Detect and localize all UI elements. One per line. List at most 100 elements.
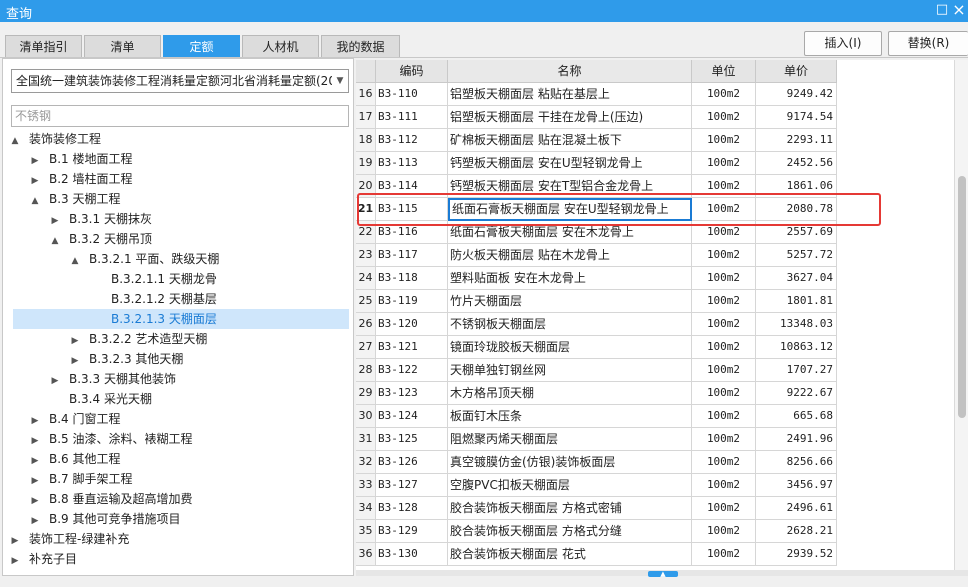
cell-name[interactable]: 木方格吊顶天棚 [448, 382, 692, 405]
row-index[interactable]: 27 [356, 336, 376, 359]
cell-code[interactable]: B3-121 [376, 336, 448, 359]
cell-price[interactable]: 9249.42 [756, 83, 837, 106]
cell-name[interactable]: 铝塑板天棚面层 粘贴在基层上 [448, 83, 692, 106]
search-input[interactable] [11, 105, 349, 127]
cell-unit[interactable]: 100m2 [692, 336, 756, 359]
cell-unit[interactable]: 100m2 [692, 428, 756, 451]
tree-item[interactable]: B.3.2.1.3 天棚面层 [13, 309, 349, 329]
cell-unit[interactable]: 100m2 [692, 152, 756, 175]
cell-price[interactable]: 2452.56 [756, 152, 837, 175]
cell-price[interactable]: 1801.81 [756, 290, 837, 313]
cell-unit[interactable]: 100m2 [692, 359, 756, 382]
row-index[interactable]: 34 [356, 497, 376, 520]
table-row[interactable]: 28 B3-122 天棚单独钉钢丝网 100m2 1707.27 [356, 359, 837, 382]
table-row[interactable]: 27 B3-121 镜面玲珑胶板天棚面层 100m2 10863.12 [356, 336, 837, 359]
row-index[interactable]: 32 [356, 451, 376, 474]
tree-item[interactable]: B.3.2.1.1 天棚龙骨 [3, 269, 217, 289]
cell-price[interactable]: 10863.12 [756, 336, 837, 359]
table-row[interactable]: 25 B3-119 竹片天棚面层 100m2 1801.81 [356, 290, 837, 313]
cell-code[interactable]: B3-112 [376, 129, 448, 152]
cell-code[interactable]: B3-122 [376, 359, 448, 382]
tree-item[interactable]: ▲ B.3.2 天棚吊顶 [3, 229, 152, 249]
cell-code[interactable]: B3-111 [376, 106, 448, 129]
table-row[interactable]: 24 B3-118 塑料贴面板 安在木龙骨上 100m2 3627.04 [356, 267, 837, 290]
cell-price[interactable]: 9174.54 [756, 106, 837, 129]
quota-set-select[interactable]: 全国统一建筑装饰装修工程消耗量定额河北省消耗量定额(20 ▼ [11, 69, 349, 93]
collapsed-icon[interactable]: ▶ [29, 431, 41, 451]
tree-item[interactable]: ▶ 补充子目 [3, 549, 77, 569]
cell-code[interactable]: B3-119 [376, 290, 448, 313]
expanded-icon[interactable]: ▲ [9, 131, 21, 151]
cell-name[interactable]: 塑料贴面板 安在木龙骨上 [448, 267, 692, 290]
collapsed-icon[interactable]: ▶ [29, 451, 41, 471]
row-index[interactable]: 25 [356, 290, 376, 313]
cell-name[interactable]: 胶合装饰板天棚面层 方格式密铺 [448, 497, 692, 520]
row-index[interactable]: 18 [356, 129, 376, 152]
cell-name[interactable]: 真空镀膜仿金(仿银)装饰板面层 [448, 451, 692, 474]
tab-list-guide[interactable]: 清单指引 [5, 35, 82, 58]
tree-item[interactable]: B.3.2.1.2 天棚基层 [3, 289, 217, 309]
tree-item[interactable]: ▶ B.9 其他可竞争措施项目 [3, 509, 181, 529]
cell-unit[interactable]: 100m2 [692, 451, 756, 474]
row-index[interactable]: 33 [356, 474, 376, 497]
cell-code[interactable]: B3-130 [376, 543, 448, 566]
row-index[interactable]: 26 [356, 313, 376, 336]
table-row[interactable]: 34 B3-128 胶合装饰板天棚面层 方格式密铺 100m2 2496.61 [356, 497, 837, 520]
table-row[interactable]: 18 B3-112 矿棉板天棚面层 贴在混凝土板下 100m2 2293.11 [356, 129, 837, 152]
insert-button[interactable]: 插入(I) [804, 31, 882, 56]
cell-code[interactable]: B3-129 [376, 520, 448, 543]
tree-item[interactable]: ▶ 装饰工程-绿建补充 [3, 529, 130, 549]
cell-unit[interactable]: 100m2 [692, 129, 756, 152]
cell-price[interactable]: 13348.03 [756, 313, 837, 336]
cell-price[interactable]: 2293.11 [756, 129, 837, 152]
col-header-unit[interactable]: 单位 [692, 60, 756, 83]
collapsed-icon[interactable]: ▶ [69, 351, 81, 371]
cell-price[interactable]: 8256.66 [756, 451, 837, 474]
expanded-icon[interactable]: ▲ [29, 191, 41, 211]
cell-name[interactable]: 胶合装饰板天棚面层 花式 [448, 543, 692, 566]
cell-unit[interactable]: 100m2 [692, 405, 756, 428]
collapsed-icon[interactable]: ▶ [29, 151, 41, 171]
cell-price[interactable]: 5257.72 [756, 244, 837, 267]
cell-code[interactable]: B3-127 [376, 474, 448, 497]
cell-unit[interactable]: 100m2 [692, 382, 756, 405]
cell-name[interactable]: 天棚单独钉钢丝网 [448, 359, 692, 382]
cell-code[interactable]: B3-128 [376, 497, 448, 520]
tree-item[interactable]: ▶ B.1 楼地面工程 [3, 149, 133, 169]
collapsed-icon[interactable]: ▶ [9, 551, 21, 571]
close-icon[interactable]: × [950, 1, 968, 19]
cell-price[interactable]: 1707.27 [756, 359, 837, 382]
cell-name[interactable]: 板面钉木压条 [448, 405, 692, 428]
cell-unit[interactable]: 100m2 [692, 83, 756, 106]
cell-price[interactable]: 665.68 [756, 405, 837, 428]
table-row[interactable]: 30 B3-124 板面钉木压条 100m2 665.68 [356, 405, 837, 428]
cell-name[interactable]: 竹片天棚面层 [448, 290, 692, 313]
table-row[interactable]: 36 B3-130 胶合装饰板天棚面层 花式 100m2 2939.52 [356, 543, 837, 566]
tab-list[interactable]: 清单 [84, 35, 161, 58]
chevron-down-icon[interactable]: ▼ [332, 70, 348, 92]
cell-name[interactable]: 铝塑板天棚面层 干挂在龙骨上(压边) [448, 106, 692, 129]
cell-code[interactable]: B3-120 [376, 313, 448, 336]
collapsed-icon[interactable]: ▶ [69, 331, 81, 351]
collapsed-icon[interactable]: ▶ [29, 411, 41, 431]
tree-item[interactable]: ▶ B.6 其他工程 [3, 449, 121, 469]
cell-price[interactable]: 2496.61 [756, 497, 837, 520]
cell-code[interactable]: B3-124 [376, 405, 448, 428]
row-index[interactable]: 30 [356, 405, 376, 428]
tab-quota[interactable]: 定额 [163, 35, 240, 58]
vertical-scrollbar[interactable] [954, 60, 968, 570]
tree-item[interactable]: ▶ B.3.2.2 艺术造型天棚 [3, 329, 208, 351]
cell-unit[interactable]: 100m2 [692, 497, 756, 520]
tree-item[interactable]: ▶ B.3.3 天棚其他装饰 [3, 369, 176, 389]
table-row[interactable]: 19 B3-113 钙塑板天棚面层 安在U型轻钢龙骨上 100m2 2452.56 [356, 152, 837, 175]
scrollbar-thumb[interactable] [958, 176, 966, 418]
cell-unit[interactable]: 100m2 [692, 290, 756, 313]
tree-item[interactable]: ▶ B.5 油漆、涂料、裱糊工程 [3, 429, 193, 449]
cell-price[interactable]: 3627.04 [756, 267, 837, 290]
table-row[interactable]: 31 B3-125 阻燃聚丙烯天棚面层 100m2 2491.96 [356, 428, 837, 451]
row-index[interactable]: 35 [356, 520, 376, 543]
cell-unit[interactable]: 100m2 [692, 520, 756, 543]
tree-item[interactable]: ▲ B.3.2.1 平面、跌级天棚 [3, 249, 220, 269]
row-index[interactable]: 23 [356, 244, 376, 267]
collapsed-icon[interactable]: ▶ [29, 511, 41, 531]
